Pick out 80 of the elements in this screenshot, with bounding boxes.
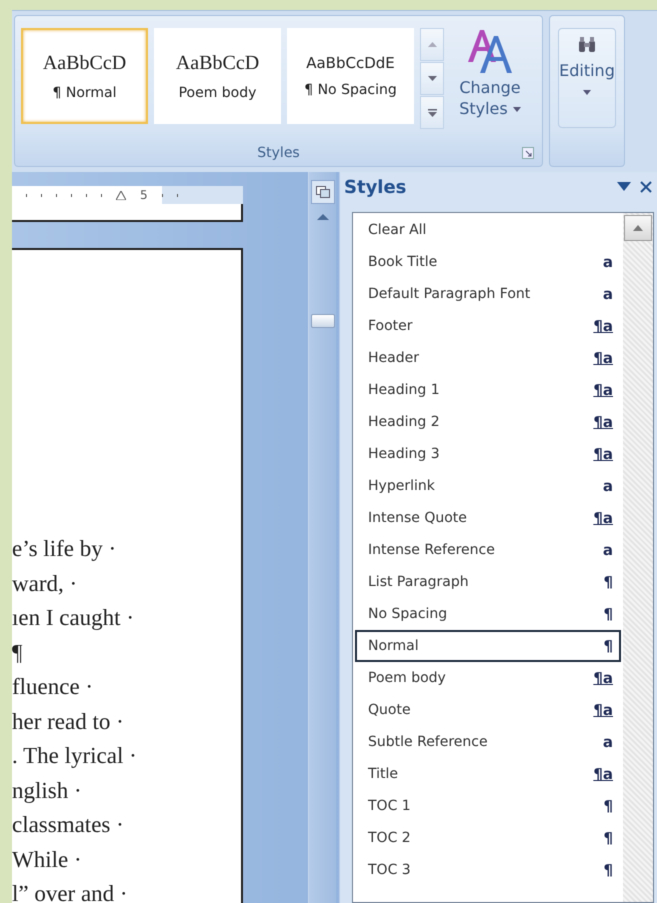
- style-list-item[interactable]: Book Title a: [355, 246, 621, 278]
- style-gallery-item[interactable]: AaBbCcD ¶ Normal: [21, 28, 148, 124]
- character-style-mark: a: [602, 733, 613, 751]
- linked-style-mark: ¶a: [593, 413, 613, 431]
- document-text-line: l” over and ·: [12, 880, 129, 903]
- style-list-item[interactable]: Intense Reference a: [355, 534, 621, 566]
- style-list-item[interactable]: Heading 2 ¶a: [355, 406, 621, 438]
- character-style-mark: a: [602, 285, 613, 303]
- scroll-up-arrow-icon[interactable]: [316, 214, 328, 220]
- linked-style-mark: ¶a: [593, 445, 613, 463]
- dialog-launcher-icon[interactable]: [522, 147, 534, 159]
- group-label: Styles: [257, 145, 300, 161]
- scroll-thumb[interactable]: [310, 314, 334, 328]
- up-arrow-icon: [633, 225, 643, 231]
- paragraph-style-mark: ¶: [603, 605, 613, 623]
- style-list-item[interactable]: Poem body ¶a: [355, 662, 621, 694]
- document-text-line: ward, ·: [12, 570, 78, 598]
- linked-style-mark: ¶a: [593, 765, 613, 783]
- linked-style-mark: ¶a: [593, 317, 613, 335]
- document-text-line: . The lyrical ·: [12, 742, 138, 770]
- style-list-item[interactable]: Normal ¶: [355, 630, 621, 662]
- ruler-number: 5: [140, 188, 148, 202]
- paragraph-style-mark: ¶: [603, 573, 613, 591]
- style-list-item[interactable]: Title ¶a: [355, 758, 621, 790]
- editing-button[interactable]: Editing: [558, 28, 616, 128]
- style-list-item[interactable]: No Spacing ¶: [355, 598, 621, 630]
- vertical-scrollbar[interactable]: [308, 172, 336, 903]
- style-list-item[interactable]: Clear All: [355, 214, 621, 246]
- paragraph-style-mark: ¶: [603, 637, 613, 655]
- style-list-item[interactable]: Hyperlink a: [355, 470, 621, 502]
- close-icon[interactable]: [639, 181, 653, 193]
- gallery-down-button[interactable]: [420, 62, 444, 95]
- document-text-line: e’s life by ·: [12, 535, 118, 563]
- style-list-item[interactable]: TOC 1 ¶: [355, 790, 621, 822]
- dropdown-arrow-icon[interactable]: [617, 182, 631, 192]
- style-list-item[interactable]: Default Paragraph Font a: [355, 278, 621, 310]
- caret-icon: [512, 106, 521, 112]
- change-styles-button[interactable]: Change Styles: [450, 28, 530, 120]
- indent-marker-icon[interactable]: [116, 190, 126, 200]
- binoculars-icon: [577, 37, 597, 53]
- list-scrollbar[interactable]: [623, 213, 653, 902]
- document-text-line: nglish ·: [12, 776, 83, 805]
- style-list-item[interactable]: Subtle Reference a: [355, 726, 621, 758]
- character-style-mark: a: [602, 477, 613, 495]
- linked-style-mark: ¶a: [593, 701, 613, 719]
- linked-style-mark: ¶a: [593, 381, 613, 399]
- pane-title: Styles: [344, 176, 408, 198]
- document-text-line: fluence ·: [12, 673, 94, 701]
- document-text-line: classmates ·: [12, 811, 125, 839]
- paragraph-style-mark: ¶: [603, 861, 613, 879]
- paragraph-style-mark: ¶: [603, 829, 613, 847]
- scroll-up-button[interactable]: [624, 215, 652, 241]
- character-style-mark: a: [602, 253, 613, 271]
- style-gallery-item[interactable]: AaBbCcD Poem body: [154, 28, 281, 124]
- character-style-mark: a: [602, 541, 613, 559]
- styles-letters-icon: [466, 28, 514, 74]
- document-text-line: ¶: [12, 638, 24, 666]
- linked-style-mark: ¶a: [593, 509, 613, 527]
- document-text-line: her read to ·: [12, 708, 125, 736]
- style-inspector-icon[interactable]: [310, 180, 334, 204]
- style-list-item[interactable]: Header ¶a: [355, 342, 621, 374]
- style-gallery-item[interactable]: AaBbCcDdE ¶ No Spacing: [287, 28, 414, 124]
- style-list-item[interactable]: List Paragraph ¶: [355, 566, 621, 598]
- document-text-line: While ·: [12, 846, 83, 874]
- style-list-item[interactable]: Heading 1 ¶a: [355, 374, 621, 406]
- linked-style-mark: ¶a: [593, 349, 613, 367]
- gallery-more-button[interactable]: [420, 96, 444, 129]
- style-list-item[interactable]: Footer ¶a: [355, 310, 621, 342]
- down-arrow-icon: [428, 76, 436, 81]
- paragraph-style-mark: ¶: [603, 797, 613, 815]
- style-list-item[interactable]: Quote ¶a: [355, 694, 621, 726]
- style-list-item[interactable]: TOC 3 ¶: [355, 854, 621, 886]
- style-list-item[interactable]: TOC 2 ¶: [355, 822, 621, 854]
- up-arrow-icon: [428, 42, 436, 47]
- style-list-item[interactable]: Intense Quote ¶a: [355, 502, 621, 534]
- linked-style-mark: ¶a: [593, 669, 613, 687]
- more-arrow-icon: [428, 108, 436, 116]
- document-text-line: ıen I caught ·: [12, 604, 135, 632]
- style-list-item[interactable]: Heading 3 ¶a: [355, 438, 621, 470]
- caret-icon: [583, 90, 591, 95]
